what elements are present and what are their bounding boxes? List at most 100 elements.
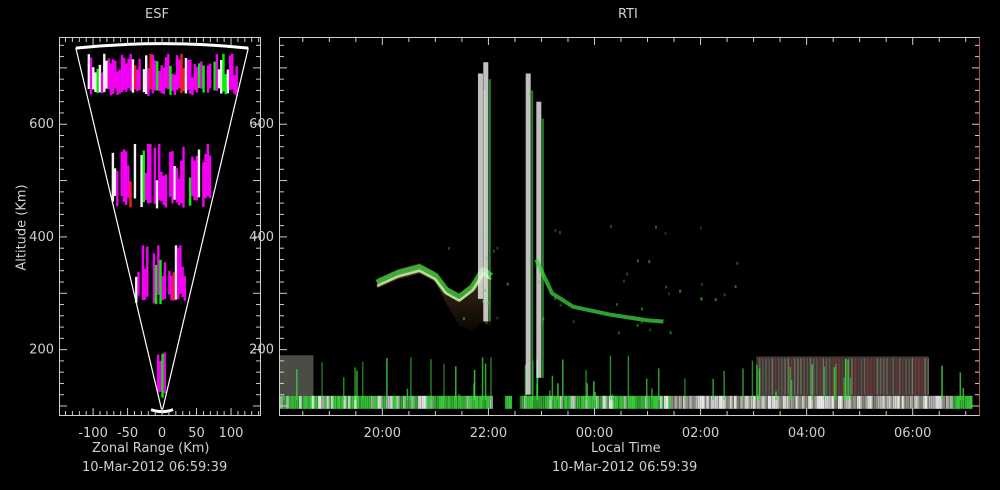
rti-spike [651,388,653,401]
rti-clutter-late-streak [914,358,917,395]
rti-scatter [540,320,543,324]
esf-echo [195,156,198,201]
rti-scatter [700,283,703,287]
esf-echo [100,72,104,94]
esf-echo [228,55,232,91]
rti-vertical-streak-fringe [541,118,544,378]
rti-scatter [538,280,541,284]
rti-low-layer-cell [969,395,973,409]
rti-spike [585,370,587,401]
rti-scatter [679,289,682,293]
rti-clutter-late-streak [762,358,764,395]
esf-echo [195,66,199,93]
rti-clutter-late-streak [813,358,815,395]
esf-x-tick-label: -100 [78,426,108,441]
esf-echo [113,168,117,196]
rti-scatter [554,296,557,300]
rti-scatter [640,307,643,311]
esf-echo [109,63,113,96]
esf-echo [98,64,102,93]
rti-spike [751,360,754,401]
esf-echo [133,65,137,90]
rti-spike [406,388,409,401]
rti-y-tick-label: 400 [249,230,274,245]
rti-clutter-late-streak [777,358,780,395]
rti-spike [843,377,845,401]
esf-echo [158,143,161,201]
esf-echo [189,59,192,94]
rti-scatter [617,331,620,335]
esf-echo [173,74,177,96]
rti-clutter-late-streak [768,358,770,395]
rti-spike [790,380,793,401]
rti-spike [847,359,849,401]
esf-echo [142,69,146,93]
rti-clutter-late-streak [816,358,818,395]
radar-figure: -100 -50 0 50 100 200 400 600 20:00 22:00 00:00 02… [29,37,980,441]
rti-spike [549,390,551,401]
esf-echo [107,58,110,89]
esf-echo [94,72,97,93]
rti-scatter [485,257,488,261]
esf-echo [202,162,205,207]
rti-spike [386,357,388,401]
rti-scatter [492,249,495,253]
rti-spike [455,366,457,401]
esf-echo [233,74,236,94]
esf-echo [127,165,130,198]
rti-spike [962,388,965,401]
rti-x-tick-label: 02:00 [682,426,719,441]
rti-clutter-late-streak [883,358,885,395]
esf-echo [154,264,158,305]
rti-spike [823,366,826,401]
rti-spike [775,391,777,401]
rti-scatter [736,261,739,265]
esf-echo [162,176,165,206]
rti-clutter-late-streak [902,358,904,395]
rti-spike [609,355,612,401]
rti-vertical-streak-fringe [488,79,491,322]
esf-echo [151,54,155,94]
esf-echo [156,61,159,91]
esf-echo [204,154,207,199]
rti-y-tick-label: 200 [249,343,274,358]
rti-vertical-streak [477,73,483,299]
rti-timestamp: 10-Mar-2012 06:59:39 [552,460,698,475]
esf-echo [193,63,196,91]
rti-clutter-late-streak [854,358,856,395]
rti-clutter-late-streak [921,358,923,395]
rti-scatter [554,229,557,233]
esf-echo [191,77,194,95]
esf-x-tick-label: 50 [188,426,205,441]
esf-echo [202,65,205,93]
rti-scatter [484,288,487,292]
rti-clutter-late-streak [806,358,809,395]
esf-echo [173,166,176,200]
esf-echo [208,155,212,199]
rti-clutter-late-streak [828,358,831,395]
esf-y-tick-label: 200 [29,343,54,358]
esf-echo [161,353,164,398]
esf-echo [209,63,212,88]
esf-echo [125,63,128,92]
rti-scatter [559,303,562,307]
esf-echo [122,149,126,202]
rti-clutter-late-streak [771,358,774,395]
rti-spike [296,369,298,401]
rti-spike [362,361,364,401]
esf-echo [162,67,166,94]
esf-echo [180,160,183,204]
esf-echo [157,245,160,295]
esf-echo [182,146,185,208]
rti-spike [849,377,852,401]
rti-clutter-late-streak [784,358,786,395]
rti-spike [645,378,648,401]
rti-spike [490,357,492,401]
rti-spike [789,367,791,401]
rti-scatter [622,279,625,283]
esf-x-tick-label: 0 [158,426,166,441]
rti-clutter-late-streak [809,358,812,395]
esf-x-tick-label: 100 [219,426,244,441]
rti-spike [473,383,475,401]
esf-echo [153,147,157,204]
